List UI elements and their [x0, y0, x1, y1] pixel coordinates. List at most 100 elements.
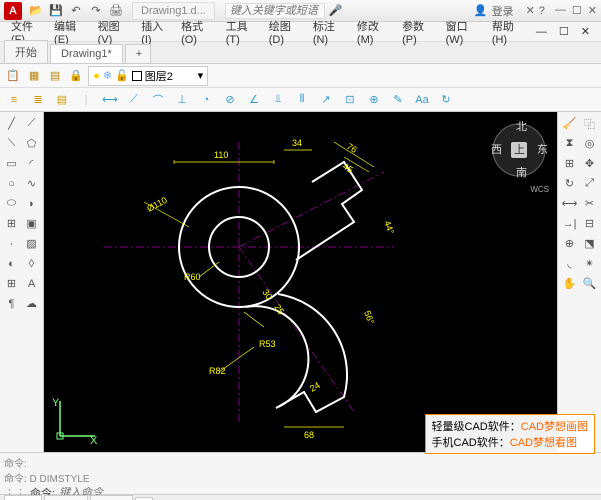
ellipse-icon[interactable]: ⬭ [2, 194, 21, 213]
dim-linear-icon[interactable]: ⟷ [100, 90, 120, 110]
explode-icon[interactable]: ✴ [580, 254, 599, 273]
layer-state-icon[interactable]: ▦ [25, 67, 43, 85]
dim-continue-icon[interactable]: ⫴ [292, 90, 312, 110]
dim-update-icon[interactable]: ↻ [436, 90, 456, 110]
chamfer-icon[interactable]: ⬔ [580, 234, 599, 253]
dim-radius-icon[interactable]: ◔ [196, 90, 216, 110]
view-cube[interactable]: 北 南 东 西 上 WCS [489, 120, 549, 180]
inner-restore-icon[interactable]: ☐ [554, 23, 574, 40]
offset-icon[interactable]: ◎ [580, 134, 599, 153]
dim-center-icon[interactable]: ⊕ [364, 90, 384, 110]
dim-aligned-icon[interactable]: ⟋ [124, 90, 144, 110]
layer-selector[interactable]: ● ❄ 🔓 图层2 ▾ [88, 66, 208, 86]
inner-close-icon[interactable]: ✕ [576, 23, 595, 40]
fillet-icon[interactable]: ◟ [560, 254, 579, 273]
layers-icon[interactable]: ≡ [4, 90, 24, 110]
copy-icon[interactable]: ⿻ [580, 114, 599, 133]
revcloud-icon[interactable]: ☁ [22, 294, 41, 313]
layer-prop-icon[interactable]: 📋 [4, 67, 22, 85]
tab-model[interactable]: 模型 [4, 495, 42, 500]
svg-text:Y: Y [52, 397, 60, 409]
region-icon[interactable]: ◊ [22, 254, 41, 273]
layer-lock-icon[interactable]: 🔒 [67, 67, 85, 85]
menu-dim[interactable]: 标注(N) [308, 16, 350, 48]
pan-icon[interactable]: ✋ [560, 274, 579, 293]
minimize-icon[interactable]: — [555, 4, 566, 17]
menu-tools[interactable]: 工具(T) [221, 16, 262, 48]
close-icon[interactable]: ✕ [588, 4, 597, 17]
svg-text:X: X [90, 435, 98, 446]
erase-icon[interactable]: 🧹 [560, 114, 579, 133]
join-icon[interactable]: ⊕ [560, 234, 579, 253]
tab-layout2[interactable]: 布局2 [90, 495, 134, 500]
block-icon[interactable]: ▣ [22, 214, 41, 233]
table-icon[interactable]: ⊞ [2, 274, 21, 293]
ellipse-arc-icon[interactable]: ◗ [22, 194, 41, 213]
layers2-icon[interactable]: ≣ [28, 90, 48, 110]
insert-icon[interactable]: ⊞ [2, 214, 21, 233]
stretch-icon[interactable]: ⟷ [560, 194, 579, 213]
maximize-icon[interactable]: ☐ [572, 4, 582, 17]
dim-diameter-icon[interactable]: ⊘ [220, 90, 240, 110]
dim-r60: R60 [184, 272, 201, 282]
circle-icon[interactable]: ○ [2, 174, 21, 193]
dim-leader-icon[interactable]: ↗ [316, 90, 336, 110]
tab-drawing1[interactable]: Drawing1* [50, 44, 123, 63]
hatch-icon[interactable]: ▨ [22, 234, 41, 253]
mtext-icon[interactable]: ¶ [2, 294, 21, 313]
spline-icon[interactable]: ∿ [22, 174, 41, 193]
dim-baseline-icon[interactable]: ⫫ [268, 90, 288, 110]
layers3-icon[interactable]: ▤ [52, 90, 72, 110]
menu-window[interactable]: 窗口(W) [441, 16, 485, 48]
layer-tools: 📋 ▦ ▤ 🔒 [4, 67, 85, 85]
zoom-icon[interactable]: 🔍 [580, 274, 599, 293]
gradient-icon[interactable]: ◐ [2, 254, 21, 273]
cmd-hist1: 命令: [4, 455, 597, 470]
menu-param[interactable]: 参数(P) [397, 16, 439, 48]
dim-68: 68 [304, 430, 314, 440]
menu-format[interactable]: 格式(O) [176, 16, 219, 48]
dim-style-icon[interactable]: Aa [412, 90, 432, 110]
scale-icon[interactable]: ⤢ [580, 174, 599, 193]
arc-icon[interactable]: ◜ [22, 154, 41, 173]
dim-edit-icon[interactable]: ✎ [388, 90, 408, 110]
menu-modify[interactable]: 修改(M) [352, 16, 395, 48]
pline-icon[interactable]: ⟍ [2, 134, 21, 153]
extend-icon[interactable]: →| [560, 214, 579, 233]
dim-arc-icon[interactable]: ⌒ [148, 90, 168, 110]
line-icon[interactable]: ╱ [2, 114, 21, 133]
break-icon[interactable]: ⊟ [580, 214, 599, 233]
dim-ord-icon[interactable]: ⊥ [172, 90, 192, 110]
separator: | [76, 90, 96, 110]
menu-insert[interactable]: 插入(I) [136, 16, 174, 48]
move-icon[interactable]: ✥ [580, 154, 599, 173]
help-icon[interactable]: ? [539, 5, 545, 17]
menu-view[interactable]: 视图(V) [93, 16, 135, 48]
inner-min-icon[interactable]: — [531, 24, 552, 40]
trim-icon[interactable]: ✂ [580, 194, 599, 213]
text-icon[interactable]: A [22, 274, 41, 293]
rotate-icon[interactable]: ↻ [560, 174, 579, 193]
menu-draw[interactable]: 绘图(D) [264, 16, 306, 48]
xline-icon[interactable]: ⟋ [22, 114, 41, 133]
layer-iso-icon[interactable]: ▤ [46, 67, 64, 85]
dim-tol-icon[interactable]: ⊡ [340, 90, 360, 110]
svg-text:上: 上 [514, 143, 525, 156]
tab-layout1[interactable]: 布局1 [44, 495, 88, 500]
mirror-icon[interactable]: ⧗ [560, 134, 579, 153]
dim-r82: R82 [209, 366, 226, 376]
menu-help[interactable]: 帮助(H) [487, 16, 529, 48]
tab-new[interactable]: + [125, 44, 151, 63]
dim-r53: R53 [259, 339, 276, 349]
polygon-icon[interactable]: ⬠ [22, 134, 41, 153]
drawing-canvas[interactable]: 110 34 76 45 44° Ø110 R60 30 25 56° R53 … [44, 112, 557, 452]
point-icon[interactable]: · [2, 234, 21, 253]
tab-start[interactable]: 开始 [4, 40, 48, 63]
rect-icon[interactable]: ▭ [2, 154, 21, 173]
wcs-label: WCS [489, 185, 549, 194]
menu-edit[interactable]: 编辑(E) [49, 16, 91, 48]
dim-angular-icon[interactable]: ∠ [244, 90, 264, 110]
array-icon[interactable]: ⊞ [560, 154, 579, 173]
freeze-icon: ❄ [103, 69, 112, 82]
dim-44deg: 44° [382, 219, 396, 236]
